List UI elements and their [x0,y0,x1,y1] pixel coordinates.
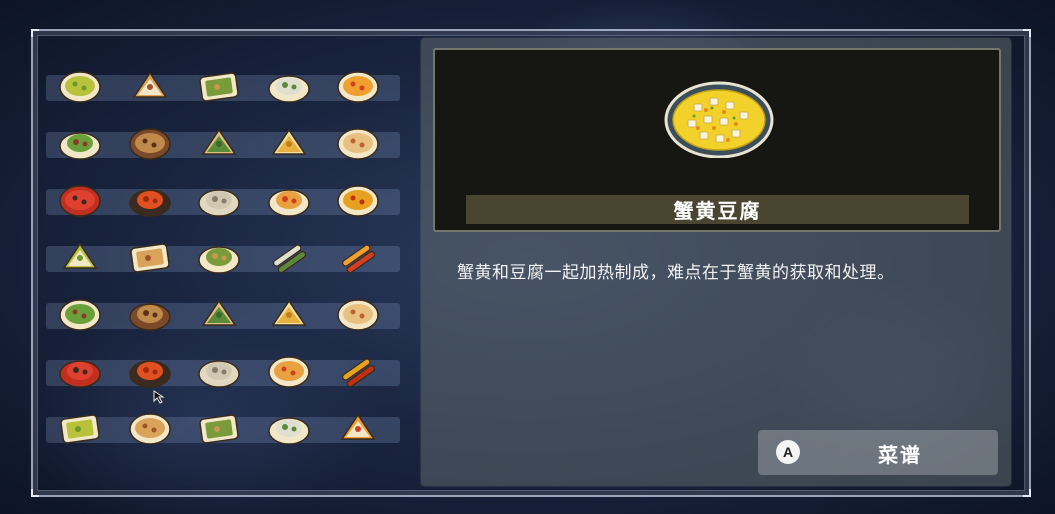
red-crayfish-icon[interactable] [336,352,380,392]
salad-icon[interactable] [267,67,311,107]
green-soup-bowl-icon[interactable] [58,67,102,107]
a-button-icon: A [776,440,800,464]
dish-name: 蟹黄豆腐 [673,199,762,223]
skewers-icon[interactable] [267,238,311,278]
custard-bowl-icon[interactable] [336,295,380,335]
meat-taco-icon[interactable] [128,67,172,107]
salad-plate-icon[interactable] [58,124,102,164]
corn-bowl-icon[interactable] [128,409,172,449]
frame-corner [31,29,39,37]
ramen-bowl-icon[interactable] [336,124,380,164]
frame-corner [1023,489,1031,497]
spicy-chicken-plate-icon[interactable] [267,181,311,221]
burger-icon[interactable] [58,238,102,278]
frame-corner [31,489,39,497]
egg-soup-bowl-icon[interactable] [58,295,102,335]
bento-box-icon[interactable] [128,238,172,278]
dim-sum-box-icon[interactable] [58,409,102,449]
pizza-icon[interactable] [197,238,241,278]
oysters-icon[interactable] [197,181,241,221]
red-soup-bowl-icon[interactable] [336,67,380,107]
egg-tart-icon[interactable] [197,352,241,392]
porridge-bowl-icon[interactable] [267,352,311,392]
strawberry-cake-icon[interactable] [267,295,311,335]
tempura-plate-icon[interactable] [128,352,172,392]
dish-description: 蟹黄和豆腐一起加热制成，难点在于蟹黄的获取和处理。 [457,263,895,283]
sandwich-icon[interactable] [197,67,241,107]
hotpot-bowl-icon[interactable] [336,181,380,221]
crab-roe-tofu-icon [664,81,774,158]
frame-corner [1023,29,1031,37]
recipe-button[interactable]: A 菜谱 [758,430,998,475]
grilled-fish-icon[interactable] [336,238,380,278]
recipe-button-label: 菜谱 [878,443,922,467]
clay-pot-soup-icon[interactable] [128,124,172,164]
fried-shrimp-plate-icon[interactable] [128,295,172,335]
taco-icon[interactable] [336,409,380,449]
dish-name-bar: 蟹黄豆腐 [466,195,969,224]
takoyaki-icon[interactable] [267,409,311,449]
rice-bowl-icon[interactable] [58,181,102,221]
pointer-cursor-icon [153,390,165,404]
rice-dumpling-icon[interactable] [197,124,241,164]
purple-dessert-icon[interactable] [58,352,102,392]
gratin-tray-icon[interactable] [197,409,241,449]
pie-icon[interactable] [197,295,241,335]
braised-pork-pan-icon[interactable] [128,181,172,221]
pineapple-bun-icon[interactable] [267,124,311,164]
